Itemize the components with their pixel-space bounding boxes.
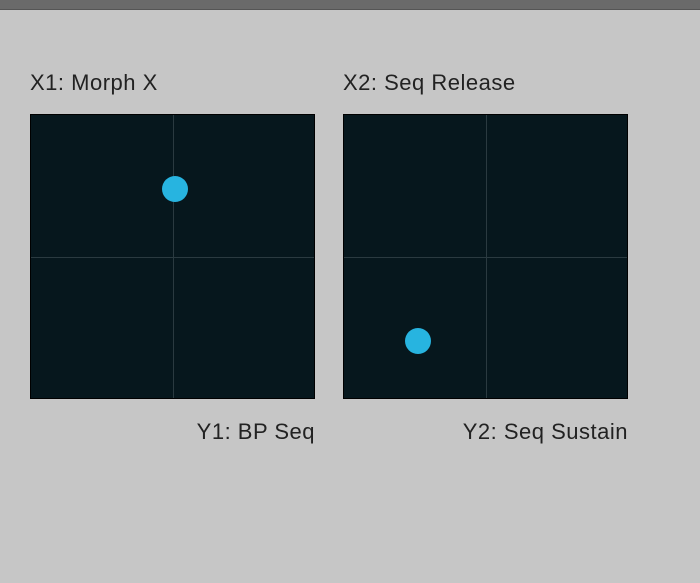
xy-pad-2-vertical-axis xyxy=(486,115,487,398)
xy-pad-2-node[interactable] xyxy=(405,328,431,354)
window-top-bar xyxy=(0,0,700,10)
xy-pad-2-y-label[interactable]: Y2: Seq Sustain xyxy=(343,419,628,445)
xy-pads-row: X1: Morph X Y1: BP Seq X2: Seq Release Y… xyxy=(30,70,670,445)
xy-pad-1-x-label[interactable]: X1: Morph X xyxy=(30,70,315,96)
xy-pad-2-x-label[interactable]: X2: Seq Release xyxy=(343,70,628,96)
xy-pad-1-column: X1: Morph X Y1: BP Seq xyxy=(30,70,315,445)
xy-pad-2-column: X2: Seq Release Y2: Seq Sustain xyxy=(343,70,628,445)
xy-pads-container: X1: Morph X Y1: BP Seq X2: Seq Release Y… xyxy=(0,10,700,445)
xy-pad-1-vertical-axis xyxy=(173,115,174,398)
xy-pad-1-node[interactable] xyxy=(162,176,188,202)
xy-pad-1-y-label[interactable]: Y1: BP Seq xyxy=(30,419,315,445)
xy-pad-1[interactable] xyxy=(30,114,315,399)
xy-pad-2[interactable] xyxy=(343,114,628,399)
